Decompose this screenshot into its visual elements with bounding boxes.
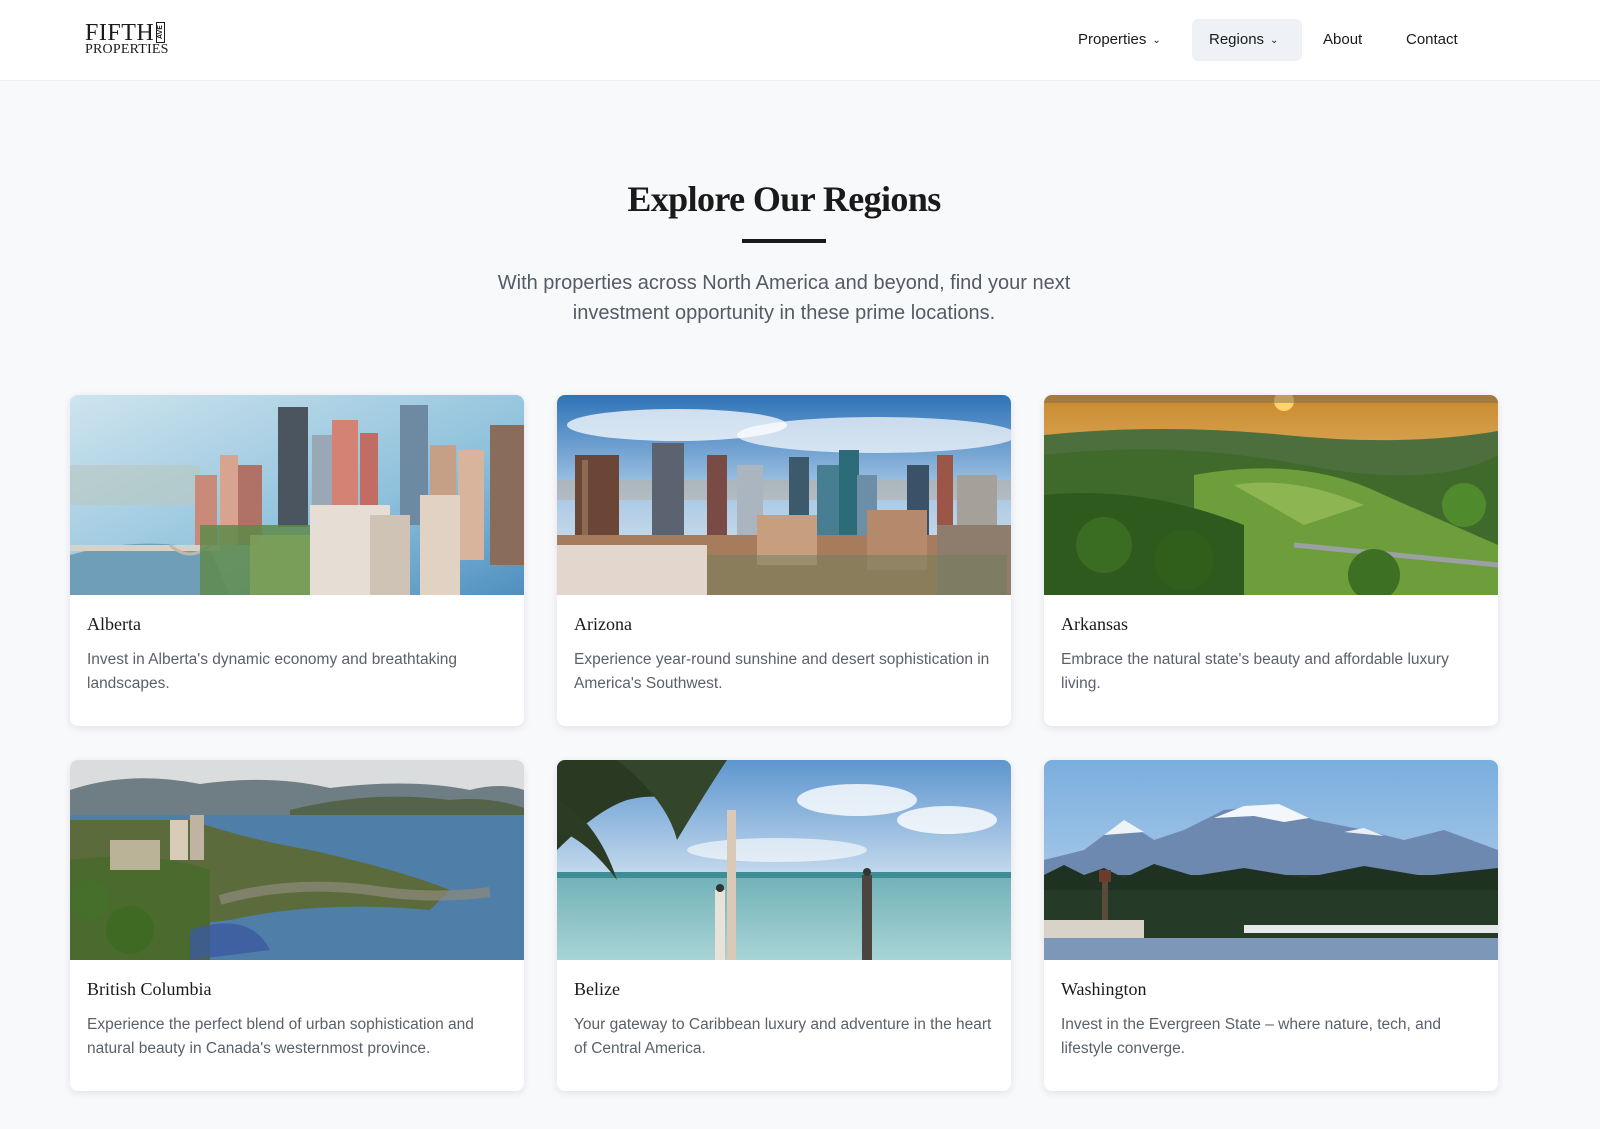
region-image xyxy=(70,395,524,595)
region-card-belize[interactable]: Belize Your gateway to Caribbean luxury … xyxy=(557,760,1011,1091)
nav-item-label: About xyxy=(1323,31,1363,48)
forested-hills-sunset-photo xyxy=(1044,395,1498,595)
nav-item-about[interactable]: About xyxy=(1315,19,1370,61)
region-card-arkansas[interactable]: Arkansas Embrace the natural state's bea… xyxy=(1044,395,1498,726)
tropical-beach-palm-photo xyxy=(557,760,1011,960)
region-card-washington[interactable]: Washington Invest in the Evergreen State… xyxy=(1044,760,1498,1091)
page-subtitle: With properties across North America and… xyxy=(497,272,1071,324)
region-name: Arizona xyxy=(574,614,632,634)
region-image xyxy=(1044,395,1498,595)
region-name: Washington xyxy=(1061,979,1147,999)
region-image xyxy=(1044,760,1498,960)
region-image xyxy=(557,395,1011,595)
nav-item-label: Properties xyxy=(1078,31,1147,48)
chevron-down-icon: ⌄ xyxy=(1270,35,1279,46)
nav-item-contact[interactable]: Contact xyxy=(1398,19,1466,61)
region-description: Experience year-round sunshine and deser… xyxy=(574,651,990,692)
region-description: Experience the perfect blend of urban so… xyxy=(87,1016,474,1057)
title-underline xyxy=(742,239,826,243)
nav-item-label: Regions xyxy=(1209,31,1265,48)
snowy-mountains-harbor-photo xyxy=(1044,760,1498,960)
lake-town-mountains-photo xyxy=(70,760,524,960)
page-title: Explore Our Regions xyxy=(627,179,941,219)
main-nav: Properties ⌄ Regions ⌄ About Contact xyxy=(0,19,1600,61)
region-name: Alberta xyxy=(87,614,141,634)
region-name: Arkansas xyxy=(1061,614,1128,634)
chevron-down-icon: ⌄ xyxy=(1152,35,1161,46)
city-skyline-river-photo xyxy=(70,395,524,595)
nav-item-label: Contact xyxy=(1406,31,1458,48)
region-description: Your gateway to Caribbean luxury and adv… xyxy=(574,1016,992,1057)
nav-item-properties[interactable]: Properties ⌄ xyxy=(1068,19,1171,61)
region-card-british-columbia[interactable]: British Columbia Experience the perfect … xyxy=(70,760,524,1091)
region-description: Embrace the natural state's beauty and a… xyxy=(1061,651,1449,692)
region-card-alberta[interactable]: Alberta Invest in Alberta's dynamic econ… xyxy=(70,395,524,726)
desert-city-skyline-photo xyxy=(557,395,1011,595)
region-image xyxy=(557,760,1011,960)
region-card-arizona[interactable]: Arizona Experience year-round sunshine a… xyxy=(557,395,1011,726)
region-description: Invest in the Evergreen State – where na… xyxy=(1061,1016,1441,1057)
region-description: Invest in Alberta's dynamic economy and … xyxy=(87,651,458,692)
nav-item-regions[interactable]: Regions ⌄ xyxy=(1192,19,1302,61)
region-name: British Columbia xyxy=(87,979,212,999)
region-image xyxy=(70,760,524,960)
site-header: FIFTH AVE PROPERTIES Properties ⌄ Regions… xyxy=(0,0,1600,81)
region-name: Belize xyxy=(574,979,620,999)
